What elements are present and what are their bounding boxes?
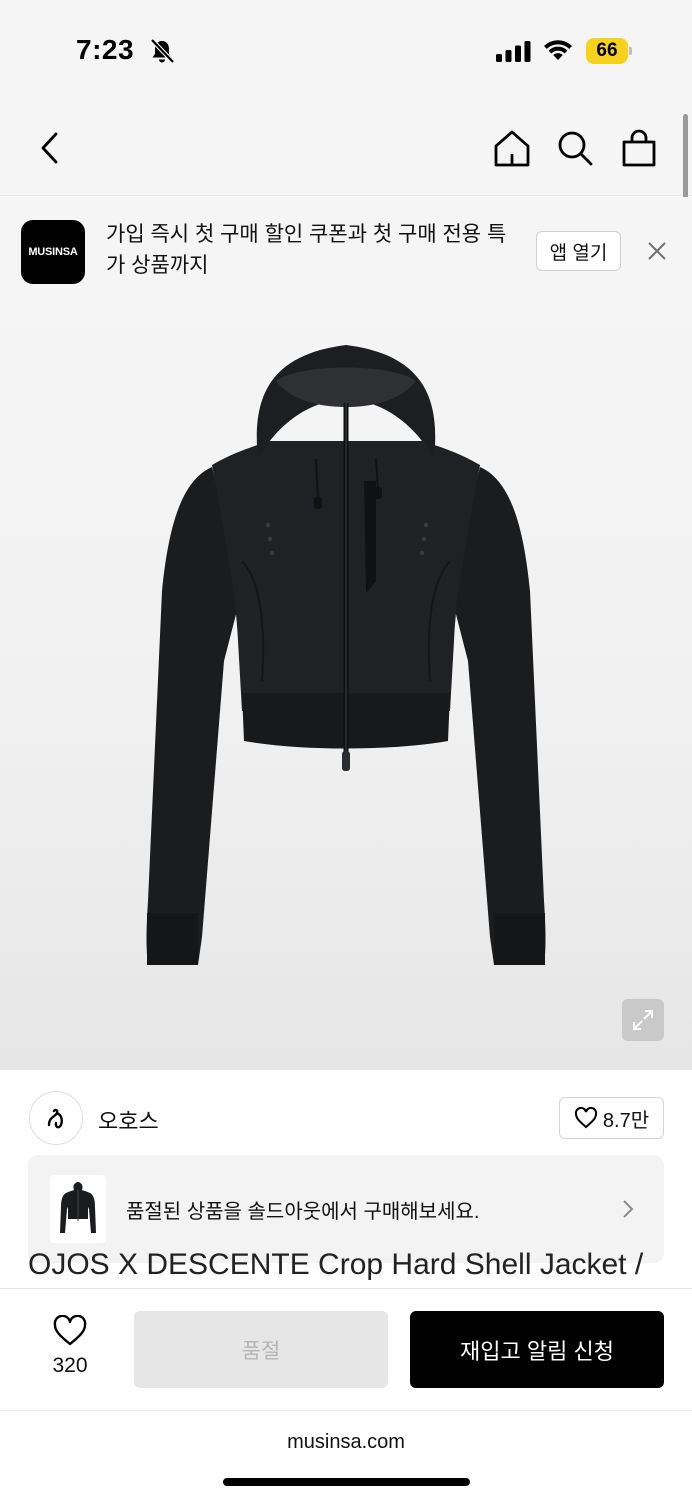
home-button[interactable] [490,126,534,170]
purchase-action-bar: 320 품절 재입고 알림 신청 [0,1288,692,1410]
shopping-bag-icon [622,129,656,167]
chevron-left-icon [41,132,58,164]
browser-url-bar[interactable]: musinsa.com [0,1410,692,1500]
brand-like-count: 8.7만 [602,1109,650,1132]
app-install-banner: MUSINSA 가입 즉시 첫 구매 할인 쿠폰과 첫 구매 전용 특가 상품까… [0,197,692,305]
home-icon [494,130,530,167]
soldout-thumbnail [50,1175,106,1243]
wish-button[interactable]: 320 [40,1314,100,1378]
brand-like-button[interactable]: 8.7만 [559,1097,664,1139]
product-image[interactable] [0,305,692,1070]
wifi-icon [544,40,572,60]
nav-bar [0,100,692,196]
battery-level: 66 [586,38,628,64]
musinsa-logo: MUSINSA [21,220,85,284]
product-title: OJOS X DESCENTE Crop Hard Shell Jacket / [28,1248,644,1281]
url-text[interactable]: musinsa.com [0,1431,692,1454]
home-indicator[interactable] [223,1478,470,1486]
cart-button[interactable] [617,126,661,170]
expand-image-button[interactable] [622,999,664,1041]
soldout-notice-text: 품절된 상품을 솔드아웃에서 구매해보세요. [126,1201,480,1223]
heart-icon [53,1314,87,1346]
jacket-image [146,345,546,965]
expand-icon [633,1010,653,1030]
status-time: 7:23 [76,34,135,65]
chevron-right-icon [623,1200,634,1218]
restock-alert-button[interactable]: 재입고 알림 신청 [410,1311,664,1388]
search-icon [558,131,593,166]
brand-logo-icon [47,1108,63,1129]
open-app-button[interactable]: 앱 열기 [536,231,621,271]
wish-count: 320 [52,1354,88,1377]
banner-message: 가입 즉시 첫 구매 할인 쿠폰과 첫 구매 전용 특가 상품까지 [106,223,507,277]
close-icon[interactable] [642,236,672,266]
search-button[interactable] [553,126,597,170]
soldout-button[interactable]: 품절 [134,1311,388,1388]
brand-avatar[interactable] [29,1091,83,1145]
bell-muted-icon [150,38,175,64]
jacket-thumbnail-icon [60,1182,96,1233]
battery-indicator: 66 [586,38,632,64]
status-bar: 7:23 66 [0,0,692,100]
soldout-notice-card[interactable]: 품절된 상품을 솔드아웃에서 구매해보세요. [28,1155,664,1263]
heart-icon [574,1107,597,1129]
signal-icon [496,41,531,62]
brand-name[interactable]: 오호스 [98,1104,159,1136]
back-button[interactable] [28,126,72,170]
brand-row: 오호스 8.7만 [0,1070,692,1156]
